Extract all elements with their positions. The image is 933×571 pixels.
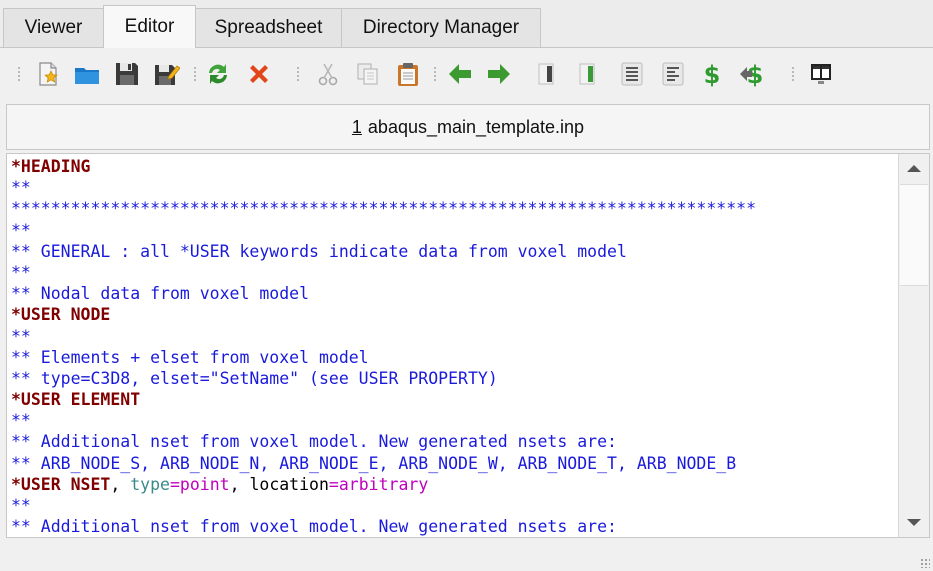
code-token: ** bbox=[11, 326, 31, 346]
chevron-down-icon bbox=[907, 519, 921, 526]
code-token: ** bbox=[11, 411, 31, 431]
scroll-thumb[interactable] bbox=[900, 184, 928, 286]
file-tab[interactable]: 1 abaqus_main_template.inp bbox=[6, 104, 930, 150]
code-line[interactable]: ** bbox=[11, 262, 895, 283]
code-token: ** Additional nset from voxel model. New… bbox=[11, 517, 617, 537]
align-justify-icon[interactable] bbox=[618, 60, 646, 88]
split-view-icon[interactable] bbox=[807, 60, 835, 88]
code-line[interactable]: ** bbox=[11, 410, 895, 431]
file-index: 1 bbox=[351, 116, 362, 137]
indent-right-icon[interactable] bbox=[574, 60, 602, 88]
tab-editor[interactable]: Editor bbox=[103, 5, 196, 48]
code-line[interactable]: ** bbox=[11, 495, 895, 516]
code-line[interactable]: ** bbox=[11, 220, 895, 241]
code-token: *HEADING bbox=[11, 157, 91, 176]
tab-directory-manager[interactable]: Directory Manager bbox=[341, 8, 541, 47]
toolbar-separator bbox=[193, 66, 197, 82]
file-name: abaqus_main_template.inp bbox=[367, 116, 585, 137]
toolbar-separator bbox=[791, 66, 795, 82]
status-bar bbox=[0, 540, 933, 571]
toolbar-separator bbox=[296, 66, 300, 82]
code-line[interactable]: ** ARB_NODE_S, ARB_NODE_N, ARB_NODE_E, A… bbox=[11, 453, 895, 474]
dollar-arrow-icon[interactable]: $ bbox=[738, 60, 766, 88]
code-token: *USER ELEMENT bbox=[11, 390, 141, 410]
save-icon[interactable] bbox=[113, 60, 141, 88]
vertical-scrollbar[interactable] bbox=[898, 154, 929, 537]
code-line[interactable]: ** Additional nset from voxel model. New… bbox=[11, 516, 895, 537]
toolbar: $ $ bbox=[0, 48, 933, 100]
tab-spreadsheet[interactable]: Spreadsheet bbox=[195, 8, 342, 47]
code-line[interactable]: ****************************************… bbox=[11, 198, 895, 219]
code-line[interactable]: ** GENERAL : all *USER keywords indicate… bbox=[11, 241, 895, 262]
code-text[interactable]: *HEADING ** ******************************… bbox=[11, 156, 895, 537]
code-line[interactable]: *USER NSET, type=point, location=arbitra… bbox=[11, 474, 895, 495]
code-line[interactable]: ** Nodal data from voxel model bbox=[11, 283, 895, 304]
code-line[interactable]: ** Elements + elset from voxel model bbox=[11, 347, 895, 368]
code-token: ** bbox=[11, 220, 31, 240]
code-token: , bbox=[110, 474, 131, 494]
cut-icon[interactable] bbox=[314, 60, 342, 88]
code-line[interactable]: *USER NODE bbox=[11, 304, 895, 325]
code-token: ** bbox=[11, 178, 31, 198]
code-token: ** type=C3D8, elset="SetName" (see USER … bbox=[11, 368, 498, 388]
dollar-icon[interactable]: $ bbox=[698, 60, 726, 88]
code-line[interactable]: *HEADING bbox=[11, 156, 895, 177]
indent-left-icon[interactable] bbox=[533, 60, 561, 88]
code-line[interactable]: ** Additional nset from voxel model. New… bbox=[11, 431, 895, 452]
code-token: , location bbox=[229, 474, 329, 494]
toolbar-separator bbox=[433, 66, 437, 82]
tab-bar: Viewer Editor Spreadsheet Directory Mana… bbox=[0, 0, 933, 48]
arrow-right-icon[interactable] bbox=[485, 60, 513, 88]
svg-text:$: $ bbox=[704, 61, 721, 88]
scroll-up-button[interactable] bbox=[899, 154, 929, 182]
code-editor[interactable]: *HEADING ** ******************************… bbox=[6, 153, 930, 538]
code-token: type bbox=[130, 474, 170, 494]
toolbar-grip bbox=[17, 66, 21, 82]
close-icon[interactable] bbox=[245, 60, 273, 88]
code-token: ** Nodal data from voxel model bbox=[11, 284, 310, 304]
code-token: *USER NSET bbox=[11, 474, 111, 494]
paste-icon[interactable] bbox=[394, 60, 422, 88]
save-as-icon[interactable] bbox=[152, 60, 180, 88]
code-token: ** bbox=[11, 262, 31, 282]
code-token: *USER NODE bbox=[11, 305, 111, 325]
code-token: ** Elements + elset from voxel model bbox=[11, 347, 369, 367]
code-line[interactable]: ** bbox=[11, 177, 895, 198]
code-line[interactable]: ** bbox=[11, 326, 895, 347]
code-token: ** ARB_NODE_S, ARB_NODE_N, ARB_NODE_E, A… bbox=[11, 453, 737, 473]
open-folder-icon[interactable] bbox=[73, 60, 101, 88]
code-line[interactable]: ** type=C3D8, elset="SetName" (see USER … bbox=[11, 368, 895, 389]
code-token: ** GENERAL : all *USER keywords indicate… bbox=[11, 241, 627, 261]
arrow-left-icon[interactable] bbox=[446, 60, 474, 88]
chevron-up-icon bbox=[907, 165, 921, 172]
code-token: =point bbox=[169, 474, 230, 494]
code-token: ****************************************… bbox=[11, 199, 757, 219]
resize-grip[interactable] bbox=[920, 558, 930, 568]
code-token: ** bbox=[11, 496, 31, 515]
code-line[interactable]: *USER ELEMENT bbox=[11, 389, 895, 410]
tab-viewer[interactable]: Viewer bbox=[3, 8, 104, 47]
scroll-down-button[interactable] bbox=[899, 509, 929, 537]
reload-icon[interactable] bbox=[204, 60, 232, 88]
new-file-icon[interactable] bbox=[34, 60, 62, 88]
align-left-icon[interactable] bbox=[659, 60, 687, 88]
code-token: =arbitrary bbox=[328, 474, 429, 494]
copy-icon[interactable] bbox=[354, 60, 382, 88]
code-token: ** Additional nset from voxel model. New… bbox=[11, 432, 617, 452]
